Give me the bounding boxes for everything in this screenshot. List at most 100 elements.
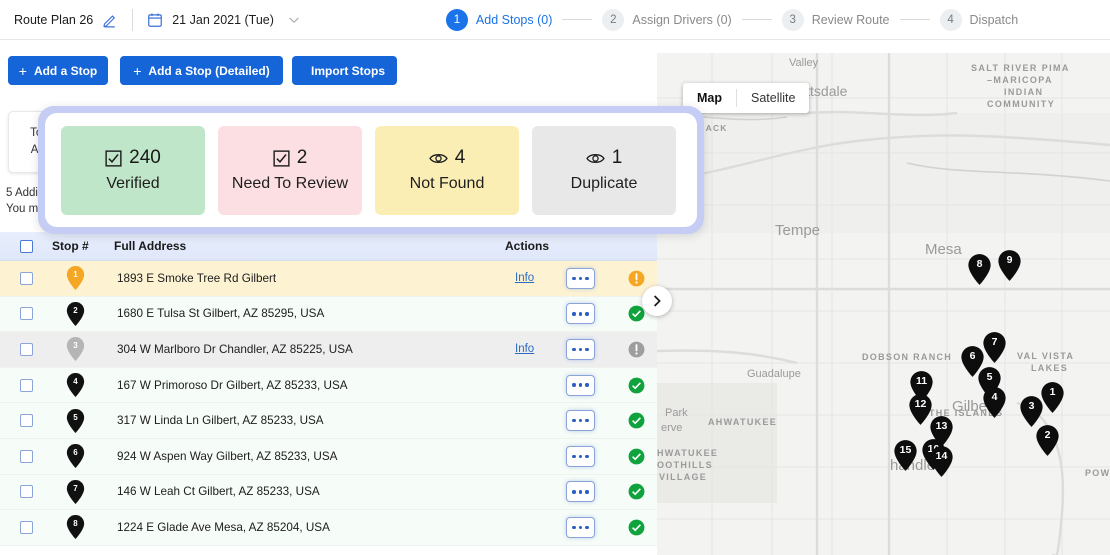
- map-marker-8[interactable]: 8: [967, 253, 992, 286]
- svg-text:6: 6: [73, 448, 78, 457]
- row-more-actions-button[interactable]: [566, 481, 595, 503]
- checkbox-checked-icon: [273, 149, 290, 167]
- select-all-checkbox[interactable]: [19, 239, 33, 253]
- row-more-actions-button[interactable]: [566, 374, 595, 396]
- row-more-actions-button[interactable]: [566, 445, 595, 467]
- row-full-address: 167 W Primoroso Dr Gilbert, AZ 85233, US…: [117, 378, 348, 392]
- map-marker-9[interactable]: 9: [997, 249, 1022, 282]
- toolbar: + Add a Stop + Add a Stop (Detailed) Imp…: [0, 40, 657, 97]
- step-label: Add Stops (0): [475, 12, 553, 27]
- table-row[interactable]: 1 1893 E Smoke Tree Rd Gilbert Info: [0, 261, 657, 297]
- map-marker-number: 5: [986, 371, 993, 383]
- row-actions: [505, 368, 657, 403]
- map-toggle-satellite[interactable]: Satellite: [737, 83, 809, 113]
- row-more-actions-button[interactable]: [566, 410, 595, 432]
- pencil-edit-icon[interactable]: [102, 12, 118, 28]
- row-checkbox-cell: [0, 485, 52, 499]
- map-type-toggle[interactable]: Map Satellite: [683, 83, 810, 113]
- table-row[interactable]: 7 146 W Leah Ct Gilbert, AZ 85233, USA: [0, 474, 657, 511]
- svg-text:1: 1: [73, 270, 78, 279]
- row-full-address: 1893 E Smoke Tree Rd Gilbert: [117, 271, 277, 285]
- stop-pin-icon: 7: [66, 479, 85, 504]
- map-marker-4[interactable]: 4: [982, 386, 1007, 419]
- table-row[interactable]: 5 317 W Linda Ln Gilbert, AZ 85233, USA: [0, 403, 657, 439]
- table-row[interactable]: 8 1224 E Glade Ave Mesa, AZ 85204, USA: [0, 510, 657, 546]
- row-stop-number: 6: [52, 443, 114, 469]
- map-marker-7[interactable]: 7: [982, 331, 1007, 364]
- table-row[interactable]: 3 304 W Marlboro Dr Chandler, AZ 85225, …: [0, 332, 657, 368]
- date-value[interactable]: 21 Jan 2021 (Tue): [172, 13, 274, 27]
- map-marker-15[interactable]: 15: [893, 439, 918, 472]
- stops-table: Stop # Full Address Actions 1 1893 E Smo…: [0, 232, 657, 555]
- header-stop-number: Stop #: [52, 239, 89, 253]
- status-card-need-to-review[interactable]: 2 Need To Review: [218, 125, 362, 215]
- expand-panel-button[interactable]: [642, 286, 672, 316]
- row-select-checkbox[interactable]: [19, 342, 33, 356]
- row-full-address: 304 W Marlboro Dr Chandler, AZ 85225, US…: [117, 342, 353, 356]
- add-a-stop-button[interactable]: + Add a Stop: [8, 56, 108, 85]
- map-marker-14[interactable]: 14: [929, 445, 954, 478]
- row-actions: [505, 297, 657, 332]
- svg-text:3: 3: [73, 342, 78, 351]
- step-add-stops[interactable]: 1 Add Stops (0): [445, 8, 553, 31]
- table-row[interactable]: 2 1680 E Tulsa St Gilbert, AZ 85295, USA: [0, 296, 657, 333]
- row-more-actions-button[interactable]: [566, 516, 595, 538]
- step-review-route[interactable]: 3 Review Route: [781, 8, 890, 31]
- table-row[interactable]: 4 167 W Primoroso Dr Gilbert, AZ 85233, …: [0, 367, 657, 404]
- row-select-checkbox[interactable]: [19, 485, 33, 499]
- status-card-verified[interactable]: 240 Verified: [61, 125, 205, 215]
- row-select-checkbox[interactable]: [19, 378, 33, 392]
- import-stops-button[interactable]: Import Stops: [292, 56, 397, 85]
- status-card-count: 1: [611, 147, 623, 168]
- row-select-checkbox[interactable]: [19, 271, 33, 285]
- row-info-link[interactable]: Info: [515, 272, 534, 284]
- status-card-label: Duplicate: [570, 175, 638, 192]
- row-select-checkbox[interactable]: [19, 307, 33, 321]
- add-a-stop-detailed-button[interactable]: + Add a Stop (Detailed): [120, 56, 283, 85]
- stop-pin-icon: 2: [66, 301, 85, 326]
- row-actions: Info: [505, 261, 657, 296]
- table-row[interactable]: 6 924 W Aspen Way Gilbert, AZ 85233, USA: [0, 438, 657, 475]
- row-actions: Info: [505, 332, 657, 367]
- row-info-link[interactable]: Info: [515, 343, 534, 355]
- row-full-address: 1224 E Glade Ave Mesa, AZ 85204, USA: [117, 520, 330, 534]
- svg-text:8: 8: [73, 520, 78, 529]
- step-dispatch[interactable]: 4 Dispatch: [939, 8, 1019, 31]
- row-stop-number: 3: [52, 336, 114, 362]
- row-actions: [505, 510, 657, 545]
- status-card-duplicate[interactable]: 1 Duplicate: [532, 125, 676, 215]
- calendar-icon[interactable]: [147, 12, 163, 28]
- step-number: 3: [781, 8, 804, 31]
- status-card-count: 4: [454, 147, 466, 168]
- row-full-address: 317 W Linda Ln Gilbert, AZ 85233, USA: [117, 414, 324, 428]
- plus-icon: +: [18, 62, 27, 79]
- status-card-count: 2: [296, 147, 308, 168]
- status-card-not-found[interactable]: 4 Not Found: [375, 125, 519, 215]
- table-body: 1 1893 E Smoke Tree Rd Gilbert Info 2 16…: [0, 261, 657, 546]
- header-full-address: Full Address: [114, 239, 187, 253]
- map-marker-number: 2: [1044, 429, 1051, 441]
- row-select-checkbox[interactable]: [19, 414, 33, 428]
- row-select-checkbox[interactable]: [19, 520, 33, 534]
- step-assign-drivers[interactable]: 2 Assign Drivers (0): [602, 8, 732, 31]
- step-label: Dispatch: [969, 12, 1019, 27]
- divider: [132, 8, 134, 31]
- header-checkbox-cell: [0, 239, 52, 253]
- row-more-actions-button[interactable]: [566, 267, 595, 289]
- status-verified-icon: [628, 412, 645, 429]
- stop-pin-icon: 1: [66, 266, 85, 291]
- row-checkbox-cell: [0, 307, 52, 321]
- add-a-stop-label: Add a Stop: [33, 63, 98, 78]
- row-more-actions-button[interactable]: [566, 338, 595, 360]
- row-more-actions-button[interactable]: [566, 303, 595, 325]
- row-select-checkbox[interactable]: [19, 449, 33, 463]
- stop-pin-icon: 4: [66, 373, 85, 398]
- status-verified-icon: [628, 377, 645, 394]
- chevron-down-icon[interactable]: [288, 14, 300, 26]
- checkbox-checked-icon: [105, 149, 122, 167]
- map-view[interactable]: Map Satellite Valley SALT RIVER PIMA –MA…: [657, 53, 1110, 555]
- svg-text:7: 7: [73, 484, 78, 493]
- map-marker-2[interactable]: 2: [1035, 424, 1060, 457]
- row-checkbox-cell: [0, 449, 52, 463]
- table-header-row: Stop # Full Address Actions: [0, 232, 657, 261]
